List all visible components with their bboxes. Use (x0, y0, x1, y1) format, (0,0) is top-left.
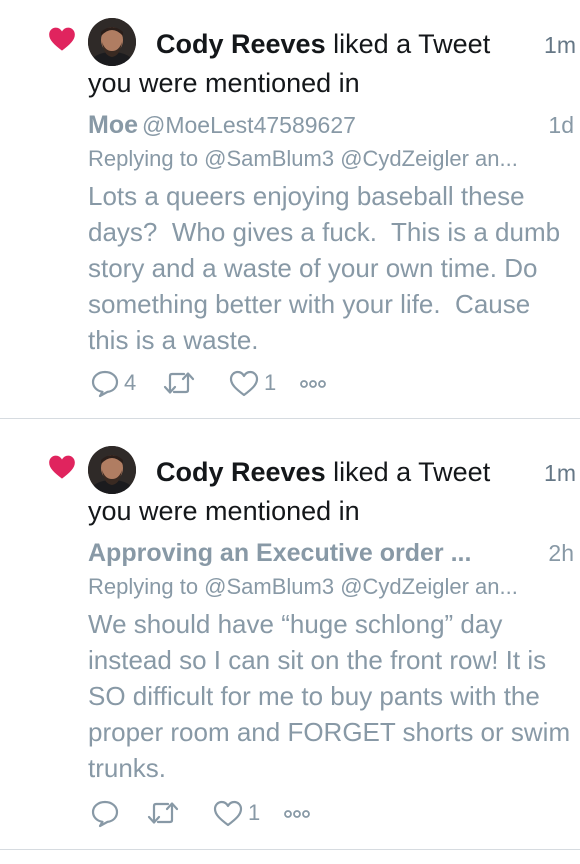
more-icon (284, 810, 310, 818)
avatar[interactable] (88, 446, 136, 494)
avatar-image (88, 18, 136, 66)
action-text-continued: you were mentioned in (88, 496, 360, 526)
notification-action: Cody Reeves liked a Tweet (156, 456, 490, 488)
notification-item[interactable]: Cody Reeves liked a Tweet 1m you were me… (0, 0, 580, 418)
actor-name[interactable]: Cody Reeves (156, 457, 326, 487)
reply-button[interactable] (90, 796, 124, 830)
replying-to[interactable]: Replying to @SamBlum3 @CydZeigler an... (88, 572, 570, 602)
like-count: 1 (264, 370, 277, 395)
action-text-continued: you were mentioned in (88, 68, 360, 98)
heart-icon (49, 455, 75, 479)
quoted-author-name: Approving an Executive order ... (88, 539, 472, 567)
action-text: liked a Tweet (325, 457, 491, 487)
like-count: 1 (248, 800, 261, 825)
reply-button[interactable]: 4 (90, 366, 136, 400)
like-button[interactable]: 1 (228, 366, 276, 400)
reply-count: 4 (124, 370, 137, 395)
quoted-author-handle: @MoeLest47589627 (142, 112, 356, 138)
quoted-tweet-header[interactable]: Moe @MoeLest47589627 1d (88, 108, 574, 142)
quoted-tweet-text: Lots a queers enjoying baseball these da… (88, 181, 568, 355)
quoted-time: 2h (548, 540, 574, 566)
retweet-button[interactable] (162, 366, 200, 400)
quoted-tweet-header[interactable]: Approving an Executive order ... 2h (88, 536, 574, 570)
action-text: liked a Tweet (325, 29, 491, 59)
retweet-button[interactable] (146, 796, 184, 830)
notification-time: 1m (544, 32, 576, 58)
like-icon (229, 370, 259, 397)
notification-item[interactable]: Cody Reeves liked a Tweet 1m you were me… (0, 428, 580, 848)
quoted-author-name: Moe (88, 111, 138, 139)
reply-icon (91, 800, 119, 828)
tweet-actions: 4 1 (90, 366, 350, 400)
more-options-button[interactable] (298, 366, 328, 400)
quoted-tweet-text: We should have “huge schlong” day instea… (88, 609, 578, 783)
actor-name[interactable]: Cody Reeves (156, 29, 326, 59)
like-icon (213, 800, 243, 827)
tweet-actions: 1 (90, 796, 350, 830)
reply-icon (91, 370, 119, 398)
divider (0, 849, 580, 850)
divider (0, 418, 580, 419)
heart-icon (49, 27, 75, 51)
more-options-button[interactable] (282, 796, 312, 830)
more-icon (300, 380, 326, 388)
retweet-icon (163, 372, 195, 394)
quoted-time: 1d (548, 112, 574, 138)
notification-action: Cody Reeves liked a Tweet (156, 28, 490, 60)
like-button[interactable]: 1 (212, 796, 260, 830)
replying-to[interactable]: Replying to @SamBlum3 @CydZeigler an... (88, 144, 570, 174)
avatar[interactable] (88, 18, 136, 66)
retweet-icon (147, 802, 179, 824)
avatar-image (88, 446, 136, 494)
notification-time: 1m (544, 460, 576, 486)
